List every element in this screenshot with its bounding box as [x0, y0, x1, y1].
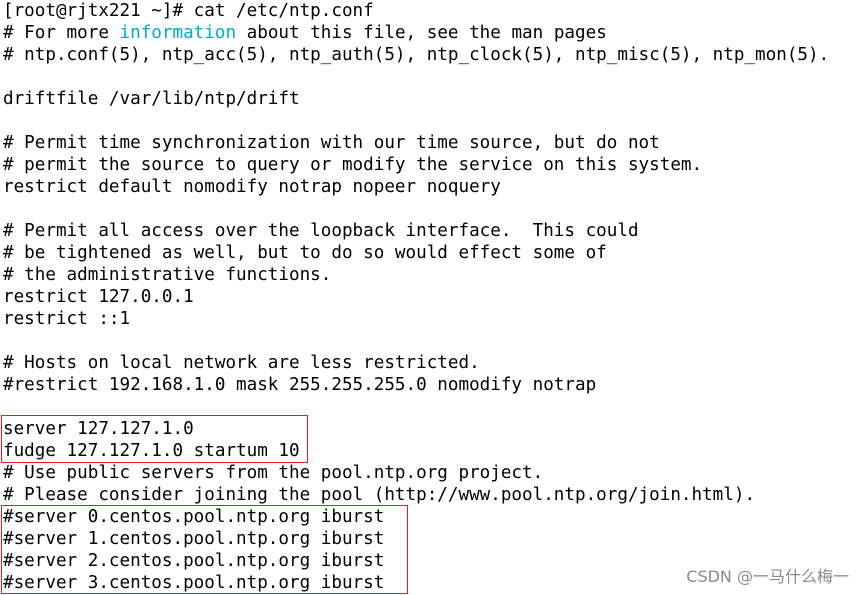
terminal-line-comment: # ntp.conf(5), ntp_acc(5), ntp_auth(5), … [3, 45, 830, 65]
terminal-line-config: restrict ::1 [3, 309, 131, 329]
terminal-line-config: restrict default nomodify notrap nopeer … [3, 177, 501, 197]
terminal-line-config: restrict 127.0.0.1 [3, 287, 194, 307]
watermark: CSDN @一马什么梅一 [686, 567, 849, 586]
terminal-line-comment: # Permit all access over the loopback in… [3, 221, 639, 241]
terminal-line-comment: # Permit time synchronization with our t… [3, 133, 660, 153]
line-text: # For more [3, 23, 120, 43]
terminal-line-comment: #restrict 192.168.1.0 mask 255.255.255.0… [3, 375, 597, 395]
terminal-line-config: driftfile /var/lib/ntp/drift [3, 89, 300, 109]
terminal-line-comment: # Use public servers from the pool.ntp.o… [3, 463, 544, 483]
highlight-box-local-server [1, 415, 308, 463]
terminal-line-comment: # the administrative functions. [3, 265, 332, 285]
terminal-window[interactable]: [root@rjtx221 ~]# cat /etc/ntp.conf # Fo… [0, 0, 865, 595]
line-text-rest: about this file, see the man pages [236, 23, 607, 43]
terminal-line-comment: # be tightened as well, but to do so wou… [3, 243, 607, 263]
highlight-box-pool-servers [1, 505, 408, 594]
terminal-line-comment: # Hosts on local network are less restri… [3, 353, 480, 373]
terminal-line-comment: # Please consider joining the pool (http… [3, 485, 756, 505]
terminal-line-comment: # For more information about this file, … [3, 22, 607, 44]
terminal-line-prompt: [root@rjtx221 ~]# cat /etc/ntp.conf [3, 1, 374, 21]
terminal-line-comment: # permit the source to query or modify t… [3, 155, 703, 175]
highlighted-word: information [119, 23, 237, 43]
